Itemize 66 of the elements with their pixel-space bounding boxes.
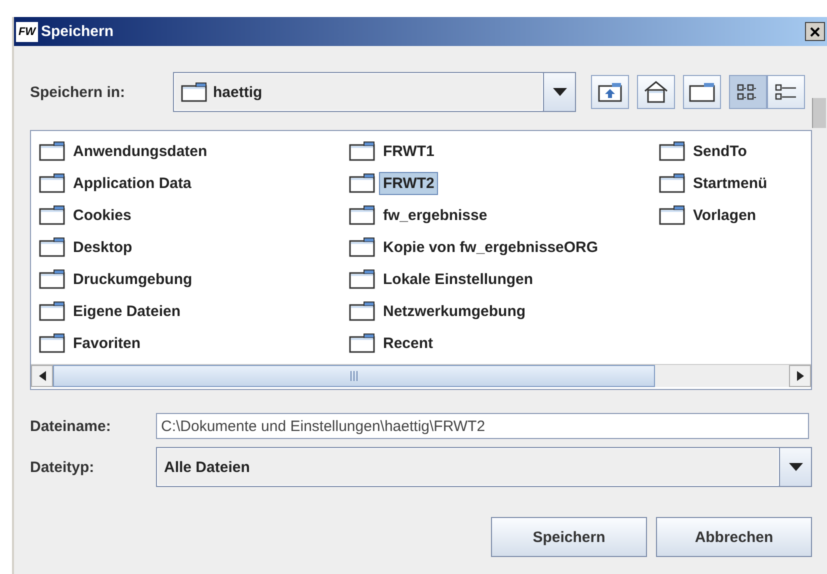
folder-icon bbox=[349, 269, 375, 289]
folder-item[interactable]: Druckumgebung bbox=[69, 268, 196, 290]
toolbar-button[interactable] bbox=[729, 75, 767, 109]
combo-value: Alle Dateien bbox=[164, 458, 250, 476]
file-type-dropdown[interactable]: Alle Dateien bbox=[156, 447, 812, 487]
folder-icon bbox=[349, 301, 375, 321]
folder-icon bbox=[39, 333, 65, 353]
folder-item[interactable]: FRWT1 bbox=[379, 140, 438, 162]
folder-item[interactable]: Cookies bbox=[69, 204, 136, 226]
folder-icon bbox=[181, 82, 207, 102]
window-title: Speichern bbox=[41, 23, 115, 40]
toolbar-button[interactable] bbox=[683, 75, 721, 109]
folder-item[interactable]: Desktop bbox=[69, 236, 136, 258]
close-button[interactable] bbox=[805, 22, 825, 41]
folder-item[interactable]: Favoriten bbox=[69, 332, 145, 354]
folder-item[interactable]: Vorlagen bbox=[689, 204, 760, 226]
folder-item[interactable]: fw_ergebnisse bbox=[379, 204, 492, 226]
close-icon bbox=[810, 26, 820, 36]
dropdown-arrow-icon bbox=[552, 88, 566, 96]
folder-item[interactable]: Kopie von fw_ergebnisseORG bbox=[379, 236, 602, 258]
folder-icon bbox=[689, 82, 715, 102]
home-icon bbox=[643, 80, 669, 104]
dropdown-arrow-icon bbox=[788, 463, 802, 471]
folder-icon bbox=[39, 269, 65, 289]
folder-dropdown[interactable]: haettig bbox=[173, 72, 576, 112]
folder-up-icon bbox=[597, 81, 623, 103]
horizontal-scrollbar[interactable] bbox=[31, 364, 811, 387]
folder-icon bbox=[39, 205, 65, 225]
dropdown-button[interactable] bbox=[543, 73, 575, 111]
dropdown-button[interactable] bbox=[779, 448, 811, 486]
folder-icon bbox=[659, 173, 685, 193]
field-label: Dateiname: bbox=[30, 418, 112, 434]
folder-item[interactable]: Anwendungsdaten bbox=[69, 140, 212, 162]
folder-item[interactable]: FRWT2 bbox=[379, 172, 438, 194]
folder-icon bbox=[659, 141, 685, 161]
app-logo: FW bbox=[16, 22, 38, 42]
folder-icon bbox=[349, 333, 375, 353]
field-label: Speichern in: bbox=[30, 84, 126, 100]
field-label: Dateityp: bbox=[30, 458, 96, 476]
scroll-left-icon[interactable] bbox=[38, 371, 46, 381]
combo-value: haettig bbox=[213, 84, 262, 100]
folder-icon bbox=[39, 141, 65, 161]
folder-item[interactable]: Recent bbox=[379, 332, 438, 354]
file-name-field[interactable]: C:\Dokumente und Einstellungen\haettig\FRWT2 bbox=[156, 413, 809, 439]
folder-item[interactable]: Eigene Dateien bbox=[69, 300, 185, 322]
folder-icon bbox=[349, 205, 375, 225]
scroll-right-icon[interactable] bbox=[796, 371, 804, 381]
folder-icon bbox=[349, 173, 375, 193]
folder-item[interactable]: Application Data bbox=[69, 172, 196, 194]
dialog-button[interactable]: Abbrechen bbox=[656, 517, 812, 557]
folder-item[interactable]: SendTo bbox=[689, 140, 751, 162]
folder-item[interactable]: Startmenü bbox=[689, 172, 772, 194]
folder-icon bbox=[349, 237, 375, 257]
folder-icon bbox=[39, 301, 65, 321]
folder-icon bbox=[349, 141, 375, 161]
folder-item[interactable]: Lokale Einstellungen bbox=[379, 268, 538, 290]
folder-icon bbox=[659, 205, 685, 225]
folder-icon bbox=[39, 237, 65, 257]
toolbar-button[interactable] bbox=[767, 75, 805, 109]
grip-icon bbox=[350, 371, 358, 381]
details-view-icon bbox=[774, 82, 798, 102]
toolbar-button[interactable] bbox=[637, 75, 675, 109]
dialog-button[interactable]: Speichern bbox=[491, 517, 647, 557]
toolbar-button[interactable] bbox=[591, 75, 629, 109]
folder-item[interactable]: Netzwerkumgebung bbox=[379, 300, 530, 322]
folder-icon bbox=[39, 173, 65, 193]
